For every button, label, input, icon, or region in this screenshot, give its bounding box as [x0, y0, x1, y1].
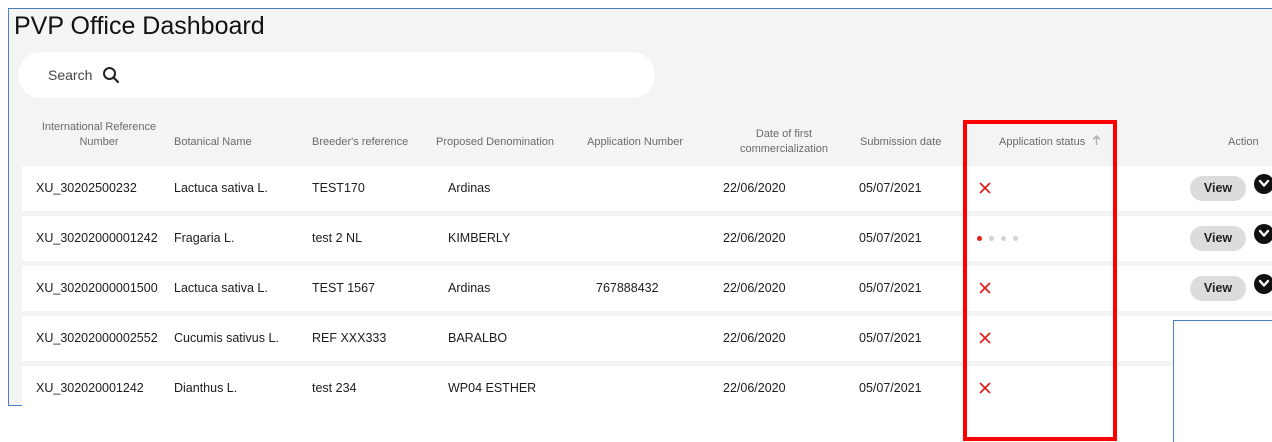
cell-intl-ref: XU_302020001242 [36, 381, 144, 395]
search-input[interactable]: Search [48, 67, 92, 83]
header-first-commercialization[interactable]: Date of first commercialization [732, 127, 836, 157]
page-title: PVP Office Dashboard [14, 12, 265, 40]
search-bar[interactable]: Search [18, 52, 655, 98]
cell-intl-ref: XU_30202000001242 [36, 231, 158, 245]
action-dropdown-popup[interactable] [1173, 320, 1272, 442]
search-icon[interactable] [102, 66, 120, 84]
cell-application-number: 767888432 [596, 281, 659, 295]
cell-proposed-denomination: Ardinas [448, 281, 491, 295]
cell-breeders-reference: TEST170 [312, 181, 365, 195]
cell-intl-ref: XU_30202500232 [36, 181, 137, 195]
cell-botanical-name: Lactuca sativa L. [174, 281, 268, 295]
view-button[interactable]: View [1190, 176, 1246, 201]
chevron-down-icon[interactable] [1254, 174, 1272, 194]
cell-breeders-reference: REF XXX333 [312, 331, 387, 345]
cell-breeders-reference: test 2 NL [312, 231, 363, 245]
cell-proposed-denomination: BARALBO [448, 331, 508, 345]
header-botanical-name[interactable]: Botanical Name [174, 135, 252, 150]
cell-first-commercialization: 22/06/2020 [723, 181, 786, 195]
cell-botanical-name: Cucumis sativus L. [174, 331, 279, 345]
cell-submission-date: 05/07/2021 [859, 281, 922, 295]
header-breeders-reference[interactable]: Breeder's reference [312, 135, 408, 150]
header-action: Action [1228, 136, 1259, 148]
cell-first-commercialization: 22/06/2020 [723, 381, 786, 395]
view-button[interactable]: View [1190, 226, 1246, 251]
chevron-down-icon[interactable] [1254, 274, 1272, 294]
status-column-highlight [963, 120, 1117, 441]
cell-intl-ref: XU_30202000001500 [36, 281, 158, 295]
header-application-number[interactable]: Application Number [587, 135, 683, 150]
cell-intl-ref: XU_30202000002552 [36, 331, 158, 345]
cell-first-commercialization: 22/06/2020 [723, 331, 786, 345]
cell-breeders-reference: test 234 [312, 381, 357, 395]
cell-botanical-name: Lactuca sativa L. [174, 181, 268, 195]
cell-botanical-name: Fragaria L. [174, 231, 235, 245]
chevron-down-icon[interactable] [1254, 224, 1272, 244]
cell-breeders-reference: TEST 1567 [312, 281, 376, 295]
cell-submission-date: 05/07/2021 [859, 181, 922, 195]
cell-proposed-denomination: Ardinas [448, 181, 491, 195]
cell-submission-date: 05/07/2021 [859, 231, 922, 245]
cell-submission-date: 05/07/2021 [859, 331, 922, 345]
header-submission-date[interactable]: Submission date [860, 135, 941, 150]
cell-first-commercialization: 22/06/2020 [723, 281, 786, 295]
cell-botanical-name: Dianthus L. [174, 381, 238, 395]
cell-proposed-denomination: WP04 ESTHER [448, 381, 537, 395]
cell-submission-date: 05/07/2021 [859, 381, 922, 395]
header-intl-ref[interactable]: International Reference Number [36, 120, 162, 150]
header-proposed-denomination[interactable]: Proposed Denomination [436, 135, 554, 150]
cell-first-commercialization: 22/06/2020 [723, 231, 786, 245]
cell-proposed-denomination: KIMBERLY [448, 231, 511, 245]
view-button[interactable]: View [1190, 276, 1246, 301]
